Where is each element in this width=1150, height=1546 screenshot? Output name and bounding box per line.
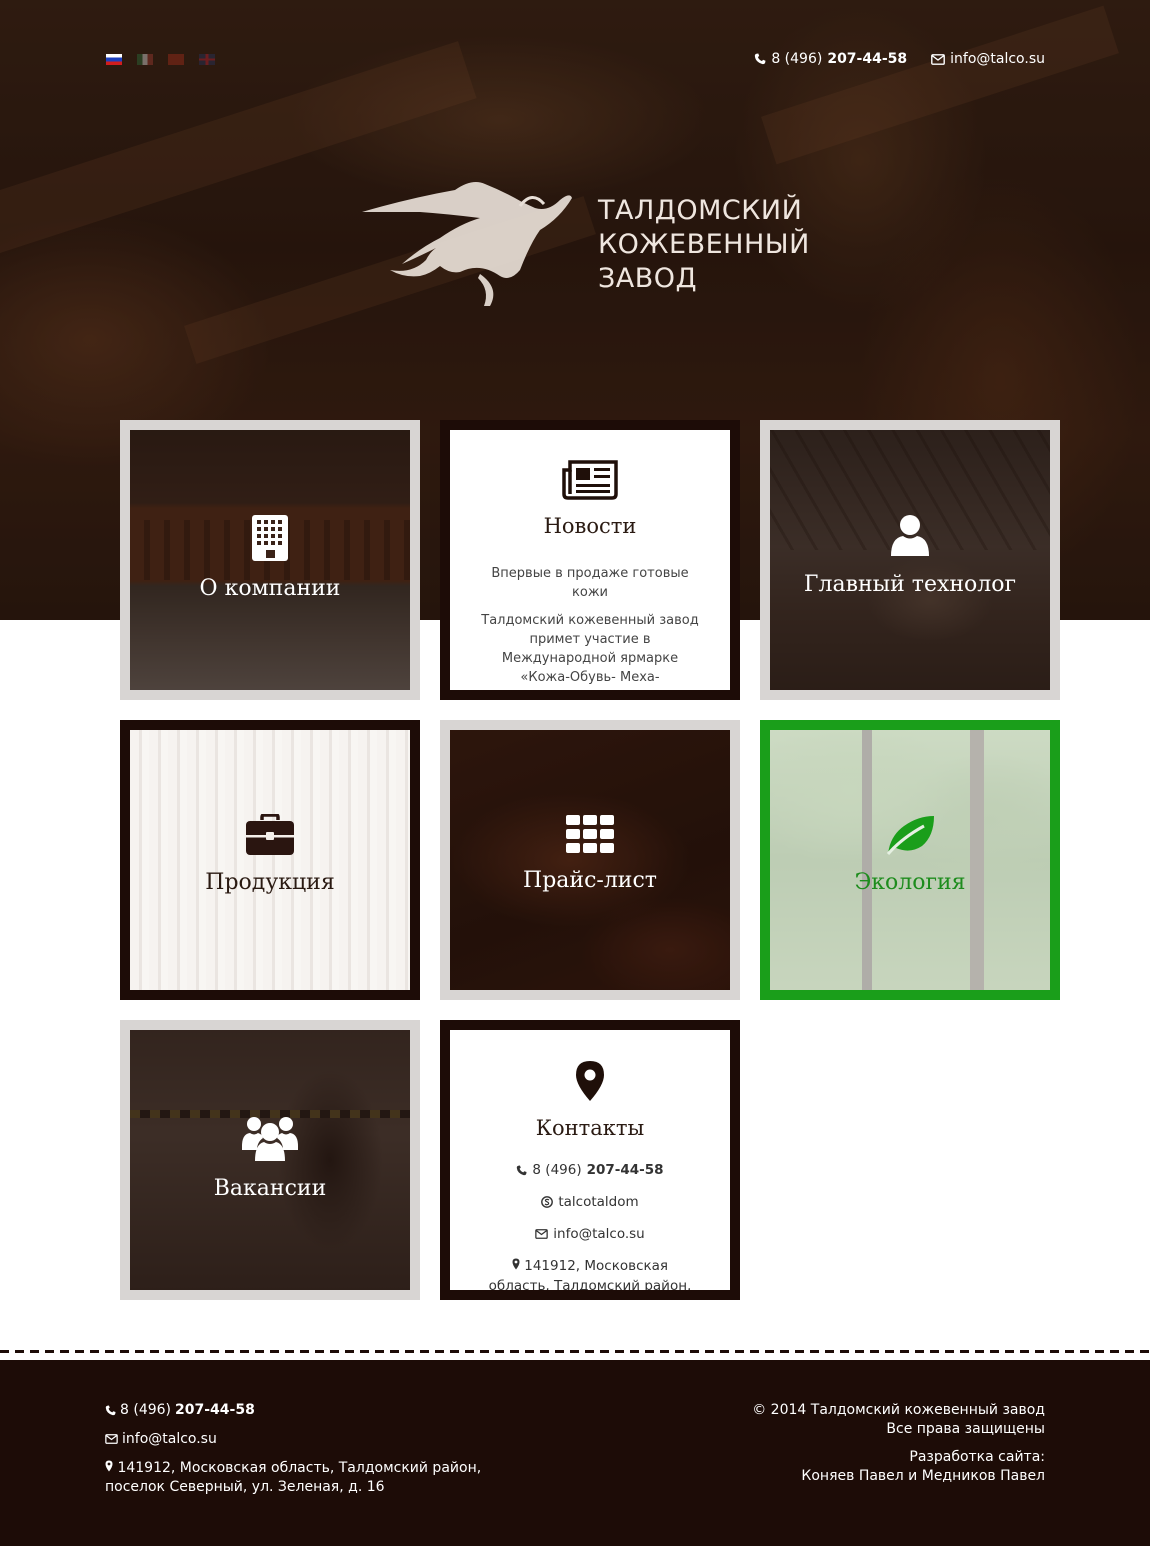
tile-technologist[interactable]: Главный технолог <box>760 420 1060 700</box>
footer-email[interactable]: info@talco.su <box>105 1430 525 1449</box>
contact-lines: 8 (496) 207-44-58 talcotaldom info@talco… <box>450 1160 730 1290</box>
news-item[interactable]: Впервые в продаже готовые кожи <box>476 564 704 602</box>
tile-news-inner: Новости Впервые в продаже готовые кожи Т… <box>450 430 730 690</box>
footer-dev-block: Разработка сайта: Коняев Павел и Меднико… <box>752 1448 1045 1486</box>
footer-rights: Все права защищены <box>886 1421 1045 1437</box>
logo-text: ТАЛДОМСКИЙ КОЖЕВЕННЫЙ ЗАВОД <box>598 194 810 296</box>
flag-italy-icon[interactable] <box>137 54 153 65</box>
footer-address-block: 141912, Московская область, Талдомский р… <box>105 1459 525 1497</box>
footer-dev-names[interactable]: Коняев Павел и Медников Павел <box>752 1467 1045 1486</box>
header-contacts: 8 (496) 207-44-58 info@talco.su <box>754 51 1045 67</box>
tile-products-title: Продукция <box>205 870 335 895</box>
logo-line: КОЖЕВЕННЫЙ <box>598 229 810 260</box>
footer-copyright: © 2014 Талдомский кожевенный завод <box>752 1402 1045 1418</box>
footer: 8 (496) 207-44-58 info@talco.su 141912, … <box>0 1360 1150 1546</box>
user-icon <box>891 515 929 556</box>
envelope-icon <box>105 1434 118 1444</box>
tile-about-title: О компании <box>199 576 341 601</box>
footer-phone[interactable]: 8 (496) 207-44-58 <box>105 1401 525 1420</box>
phone-icon <box>105 1405 116 1416</box>
header-email[interactable]: info@talco.su <box>931 51 1045 67</box>
tile-products-inner: Продукция <box>130 730 410 990</box>
map-marker-icon <box>105 1460 113 1472</box>
tile-technologist-title: Главный технолог <box>803 572 1017 597</box>
tile-vacancies-title: Вакансии <box>213 1176 327 1201</box>
phone-icon <box>755 53 766 65</box>
tile-vacancies[interactable]: Вакансии <box>120 1020 420 1300</box>
tile-contacts[interactable]: Контакты 8 (496) 207-44-58 talcotaldom i… <box>440 1020 740 1300</box>
tile-pricelist[interactable]: Прайс-лист <box>440 720 740 1000</box>
tile-pricelist-title: Прайс-лист <box>523 868 657 893</box>
briefcase-icon <box>246 814 294 855</box>
leaf-icon <box>886 816 934 855</box>
footer-dashed-border <box>0 1350 1150 1353</box>
tile-pricelist-content: Прайс-лист <box>450 814 730 893</box>
contact-phone[interactable]: 8 (496) 207-44-58 <box>450 1160 730 1180</box>
tile-technologist-content: Главный технолог <box>770 514 1050 597</box>
contact-skype-text: talcotaldom <box>558 1194 639 1210</box>
tile-about-inner: О компании <box>130 430 410 690</box>
tile-ecology-title: Экология <box>854 870 966 895</box>
contact-phone-number: 207-44-58 <box>586 1162 664 1178</box>
bull-logo-icon <box>362 182 572 306</box>
tile-products-content: Продукция <box>130 814 410 895</box>
phone-icon <box>517 1164 527 1175</box>
tile-technologist-inner: Главный технолог <box>770 430 1050 690</box>
footer-credits: © 2014 Талдомский кожевенный завод Все п… <box>752 1401 1045 1495</box>
news-list: Впервые в продаже готовые кожи Талдомски… <box>450 564 730 687</box>
tile-vacancies-content: Вакансии <box>130 1114 410 1201</box>
logo-line: ЗАВОД <box>598 263 698 294</box>
tile-pricelist-inner: Прайс-лист <box>450 730 730 990</box>
group-icon <box>242 1117 298 1161</box>
tile-news[interactable]: Новости Впервые в продаже готовые кожи Т… <box>440 420 740 700</box>
contact-address-text: 141912, Московская область, Талдомский р… <box>488 1258 692 1290</box>
skype-icon <box>541 1196 554 1208</box>
envelope-icon <box>931 53 946 65</box>
flag-russia-icon[interactable] <box>106 54 122 65</box>
news-item[interactable]: Талдомский кожевенный завод примет участ… <box>476 611 704 687</box>
tile-ecology[interactable]: Экология <box>760 720 1060 1000</box>
site-logo[interactable]: ТАЛДОМСКИЙ КОЖЕВЕННЫЙ ЗАВОД <box>360 178 809 308</box>
building-icon <box>252 515 288 561</box>
footer-phone-number: 207-44-58 <box>175 1402 255 1418</box>
logo-line: ТАЛДОМСКИЙ <box>598 195 803 226</box>
header-phone-number: 207-44-58 <box>827 51 908 67</box>
tile-ecology-content: Экология <box>770 814 1050 895</box>
footer-phone-prefix: 8 (496) <box>120 1402 172 1418</box>
footer-contacts: 8 (496) 207-44-58 info@talco.su 141912, … <box>105 1401 525 1507</box>
flag-china-icon[interactable] <box>168 54 184 65</box>
footer-copyright-block: © 2014 Талдомский кожевенный завод Все п… <box>752 1401 1045 1439</box>
contact-skype[interactable]: talcotaldom <box>450 1192 730 1212</box>
tile-news-content: Новости Впервые в продаже готовые кожи Т… <box>450 460 730 690</box>
contact-email[interactable]: info@talco.su <box>450 1224 730 1244</box>
envelope-icon <box>535 1229 549 1239</box>
tile-contacts-content: Контакты 8 (496) 207-44-58 talcotaldom i… <box>450 1060 730 1290</box>
tile-ecology-inner: Экология <box>770 730 1050 990</box>
flag-uk-icon[interactable] <box>199 54 215 65</box>
header-email-text: info@talco.su <box>950 51 1045 67</box>
grid-icon <box>566 815 614 853</box>
footer-email-text: info@talco.su <box>122 1431 217 1447</box>
tile-products[interactable]: Продукция <box>120 720 420 1000</box>
tile-about[interactable]: О компании <box>120 420 420 700</box>
header-phone-prefix: 8 (496) <box>771 51 823 67</box>
map-marker-icon <box>576 1061 604 1101</box>
tile-about-content: О компании <box>130 514 410 601</box>
language-switcher <box>106 54 215 65</box>
footer-address-text: 141912, Московская область, Талдомский р… <box>105 1460 482 1495</box>
contact-email-text: info@talco.su <box>553 1226 645 1242</box>
footer-address: 141912, Московская область, Талдомский р… <box>105 1459 525 1497</box>
newspaper-icon <box>562 460 618 500</box>
contact-phone-prefix: 8 (496) <box>532 1162 582 1178</box>
tile-vacancies-inner: Вакансии <box>130 1030 410 1290</box>
map-marker-icon <box>512 1258 520 1270</box>
header-phone[interactable]: 8 (496) 207-44-58 <box>754 51 907 67</box>
footer-dev-label: Разработка сайта: <box>909 1449 1045 1465</box>
tile-contacts-inner: Контакты 8 (496) 207-44-58 talcotaldom i… <box>450 1030 730 1290</box>
contact-address: 141912, Московская область, Талдомский р… <box>450 1256 730 1290</box>
tile-news-title: Новости <box>543 514 637 538</box>
tile-contacts-title: Контакты <box>535 1116 645 1140</box>
